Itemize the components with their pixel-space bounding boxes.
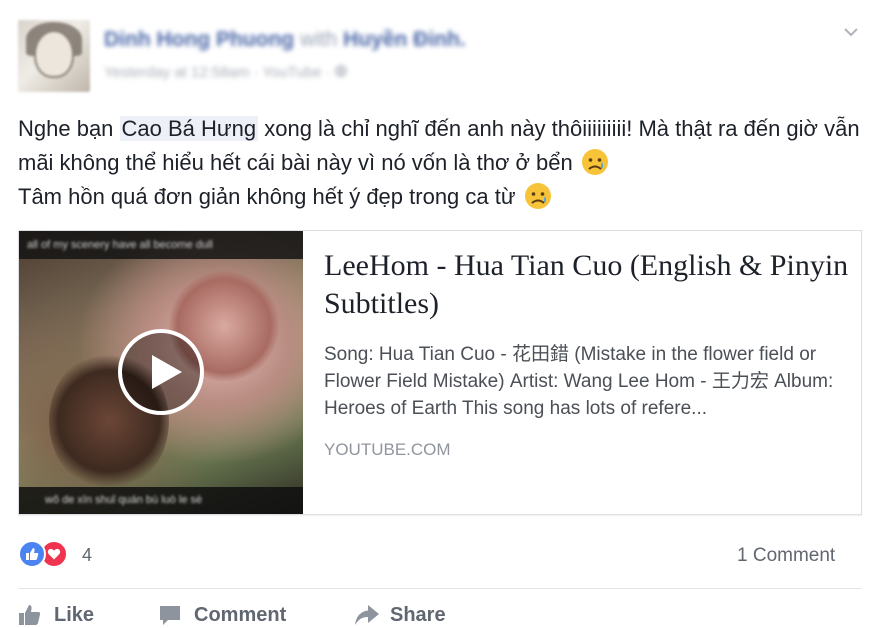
reaction-count[interactable]: 4 — [82, 545, 92, 566]
post-source[interactable]: YouTube — [262, 64, 321, 81]
globe-icon[interactable] — [335, 64, 347, 81]
share-label: Share — [390, 604, 446, 626]
sad-tear-emoji — [581, 148, 609, 176]
tagged-friend[interactable]: Huyền Đinh. — [343, 28, 466, 51]
preview-description: Song: Hua Tian Cuo - 花田錯 (Mistake in the… — [324, 344, 834, 419]
post-timestamp[interactable]: Yesterday at 12:58am — [104, 64, 249, 81]
post-meta: Yesterday at 12:58am · YouTube · — [104, 64, 347, 81]
comment-button[interactable]: Comment — [158, 602, 308, 628]
preview-title[interactable]: LeeHom - Hua Tian Cuo (English & Pinyin … — [324, 247, 849, 323]
actions-divider — [18, 588, 862, 589]
link-preview-card[interactable]: all of my scenery have all become dull w… — [18, 230, 862, 515]
comment-count-link[interactable]: 1 Comment — [737, 545, 835, 567]
play-icon[interactable] — [118, 329, 204, 415]
like-label: Like — [54, 604, 95, 626]
thumbnail-caption-bottom: wǒ de xīn shuǐ quán bù luò le sè — [19, 487, 303, 514]
comment-bubble-icon — [160, 606, 180, 625]
like-button[interactable]: Like — [18, 602, 108, 628]
post-text-line2: Tâm hồn quá đơn giản không hết ý đẹp tro… — [18, 184, 516, 209]
comment-label: Comment — [194, 604, 287, 626]
meta-separator: · — [325, 64, 331, 81]
with-label: with — [299, 28, 338, 51]
share-button[interactable]: Share — [354, 602, 464, 628]
mention-link[interactable]: Cao Bá Hưng — [119, 116, 259, 141]
share-arrow-icon — [355, 605, 379, 625]
author-name[interactable]: Dinh Hong Phuong — [104, 28, 294, 51]
author-line: Dinh Hong Phuong with Huyền Đinh. — [104, 28, 466, 52]
thumbs-up-icon — [19, 605, 41, 625]
post-text: Nghe bạn Cao Bá Hưng xong là chỉ nghĩ đế… — [18, 112, 868, 214]
thumbnail-caption-top: all of my scenery have all become dull — [19, 231, 303, 259]
post-text-intro: Nghe bạn — [18, 116, 120, 141]
meta-separator: · — [253, 64, 259, 81]
author-avatar[interactable] — [18, 20, 90, 92]
sad-tear-emoji — [524, 182, 552, 210]
video-thumbnail[interactable]: all of my scenery have all become dull w… — [19, 231, 303, 514]
avatar-face — [34, 30, 74, 78]
preview-info: LeeHom - Hua Tian Cuo (English & Pinyin … — [324, 247, 849, 460]
preview-domain: YOUTUBE.COM — [324, 440, 451, 459]
like-reaction-icon — [18, 540, 46, 568]
facebook-post: Dinh Hong Phuong with Huyền Đinh. Yester… — [0, 0, 880, 628]
chevron-down-icon[interactable] — [843, 24, 859, 40]
